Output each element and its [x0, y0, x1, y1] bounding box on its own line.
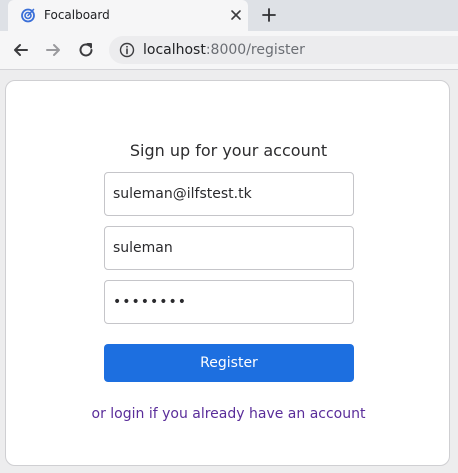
focalboard-logo-icon [21, 8, 35, 23]
email-field[interactable] [104, 172, 354, 216]
page-content: Sign up for your account Register or log… [0, 70, 458, 473]
url-path: :8000/register [205, 42, 305, 58]
page-title: Sign up for your account [129, 141, 328, 160]
tab-title: Focalboard [44, 8, 110, 22]
info-icon[interactable] [119, 42, 135, 58]
arrow-right-icon[interactable] [44, 41, 62, 59]
reload-icon[interactable] [77, 41, 95, 59]
login-link[interactable]: or login if you already have an account [6, 405, 451, 423]
address-bar[interactable]: localhost:8000/register [109, 36, 458, 64]
plus-icon[interactable] [261, 7, 277, 23]
url-text: localhost:8000/register [143, 41, 305, 59]
signup-card: Sign up for your account Register or log… [5, 80, 450, 466]
tab-focalboard[interactable]: Focalboard [8, 0, 248, 31]
password-field[interactable] [104, 280, 354, 324]
browser-toolbar: localhost:8000/register [0, 31, 458, 70]
username-field[interactable] [104, 226, 354, 270]
close-icon[interactable] [229, 8, 243, 22]
register-button[interactable]: Register [104, 344, 354, 382]
arrow-left-icon[interactable] [12, 41, 30, 59]
url-host: localhost [143, 42, 206, 58]
tab-strip: Focalboard [0, 0, 458, 31]
